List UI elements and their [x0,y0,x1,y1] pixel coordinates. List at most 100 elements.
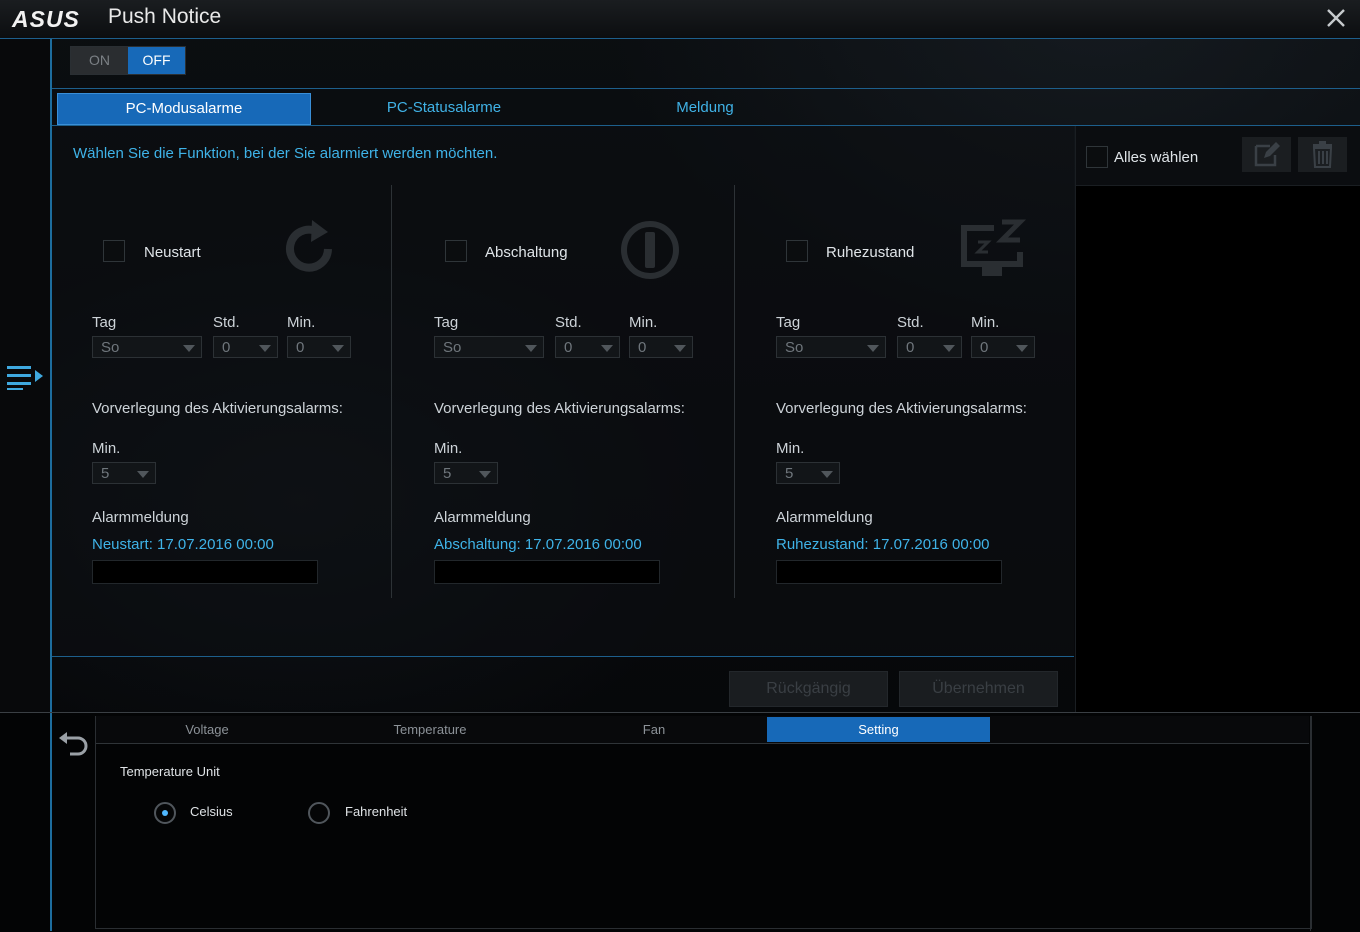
radio-selected-dot [162,810,168,816]
advance-min-label: Min. [434,440,463,457]
close-icon [1327,9,1345,27]
tab-fan[interactable]: Fan [543,717,765,742]
instruction-text: Wählen Sie die Funktion, bei der Sie ala… [73,145,498,162]
trash-icon [1312,141,1333,168]
alarm-message: Abschaltung: 17.07.2016 00:00 [434,536,642,553]
tag-label: Tag [434,314,459,331]
menu-expand-icon [7,366,43,390]
select-all-label: Alles wählen [1114,149,1199,166]
expand-menu-button[interactable] [6,364,44,392]
close-button[interactable] [1322,4,1350,32]
advance-min-label: Min. [776,440,805,457]
delete-button[interactable] [1298,137,1347,172]
advance-label: Vorverlegung des Aktivierungsalarms: [434,400,685,417]
ruhezustand-min-dropdown[interactable]: 0 [971,336,1035,358]
apply-button[interactable]: Übernehmen [899,671,1058,707]
neustart-advance-dropdown[interactable]: 5 [92,462,156,484]
abschaltung-std-dropdown[interactable]: 0 [555,336,620,358]
on-off-toggle[interactable]: ON OFF [70,46,186,75]
window-title: Push Notice [108,5,222,28]
bottom-content-frame [95,716,1312,929]
dropdown-value: 5 [785,465,794,482]
neustart-alarm-input[interactable] [92,560,318,584]
chevron-down-icon [525,345,537,352]
min-label: Min. [971,314,1000,331]
ruhezustand-advance-dropdown[interactable]: 5 [776,462,840,484]
abschaltung-alarm-input[interactable] [434,560,660,584]
abschaltung-advance-dropdown[interactable]: 5 [434,462,498,484]
neustart-min-dropdown[interactable]: 0 [287,336,351,358]
alarm-message: Neustart: 17.07.2016 00:00 [92,536,274,553]
tab-pc-statusalarme[interactable]: PC-Statusalarme [318,93,570,123]
advance-label: Vorverlegung des Aktivierungsalarms: [776,400,1027,417]
min-label: Min. [287,314,316,331]
celsius-radio[interactable] [154,802,176,824]
neustart-checkbox[interactable] [103,240,125,262]
chevron-down-icon [137,471,149,478]
edit-icon [1254,142,1280,167]
divider [1310,716,1311,931]
tab-temperature[interactable]: Temperature [319,717,541,742]
abschaltung-min-dropdown[interactable]: 0 [629,336,693,358]
ruhezustand-std-dropdown[interactable]: 0 [897,336,962,358]
neustart-tag-dropdown[interactable]: So [92,336,202,358]
chevron-down-icon [479,471,491,478]
chevron-down-icon [332,345,344,352]
dropdown-value: So [443,339,462,356]
power-icon [618,218,682,287]
asus-logo: ASUS [12,6,80,32]
chevron-down-icon [943,345,955,352]
ruhezustand-alarm-input[interactable] [776,560,1002,584]
tab-setting[interactable]: Setting [767,717,990,742]
chevron-down-icon [821,471,833,478]
chevron-down-icon [183,345,195,352]
dropdown-value: 0 [638,339,647,356]
advance-min-label: Min. [92,440,121,457]
divider [52,656,1074,657]
abschaltung-tag-dropdown[interactable]: So [434,336,544,358]
ruhezustand-checkbox[interactable] [786,240,808,262]
advance-label: Vorverlegung des Aktivierungsalarms: [92,400,343,417]
ruhezustand-tag-dropdown[interactable]: So [776,336,886,358]
abschaltung-label: Abschaltung [485,244,568,261]
alarm-label: Alarmmeldung [776,509,873,526]
tab-voltage[interactable]: Voltage [96,717,318,742]
back-arrow-icon [59,732,88,756]
dropdown-value: 5 [443,465,452,482]
back-button[interactable] [56,730,90,767]
select-all-checkbox[interactable] [1086,146,1108,168]
std-label: Std. [555,314,582,331]
chevron-down-icon [867,345,879,352]
divider [50,713,52,931]
min-label: Min. [629,314,658,331]
edit-button[interactable] [1242,137,1291,172]
column-divider [391,185,392,598]
toggle-on[interactable]: ON [71,47,128,74]
column-divider [734,185,735,598]
neustart-std-dropdown[interactable]: 0 [213,336,278,358]
fahrenheit-label: Fahrenheit [345,804,408,819]
chevron-down-icon [674,345,686,352]
ruhezustand-label: Ruhezustand [826,244,915,261]
alarm-label: Alarmmeldung [434,509,531,526]
temperature-unit-label: Temperature Unit [120,764,220,779]
notice-list-panel [1075,126,1360,712]
abschaltung-checkbox[interactable] [445,240,467,262]
std-label: Std. [897,314,924,331]
dropdown-value: 0 [906,339,915,356]
chevron-down-icon [259,345,271,352]
restart-icon [278,218,340,285]
tag-label: Tag [776,314,801,331]
alarm-message: Ruhezustand: 17.07.2016 00:00 [776,536,990,553]
celsius-label: Celsius [190,804,233,819]
sleep-icon [958,218,1028,287]
dropdown-value: 0 [564,339,573,356]
tab-pc-modusalarme[interactable]: PC-Modusalarme [57,93,311,125]
fahrenheit-radio[interactable] [308,802,330,824]
undo-button[interactable]: Rückgängig [729,671,888,707]
tab-meldung[interactable]: Meldung [579,93,831,123]
neustart-label: Neustart [144,244,201,261]
toggle-off[interactable]: OFF [128,47,185,74]
chevron-down-icon [601,345,613,352]
dropdown-value: 0 [980,339,989,356]
